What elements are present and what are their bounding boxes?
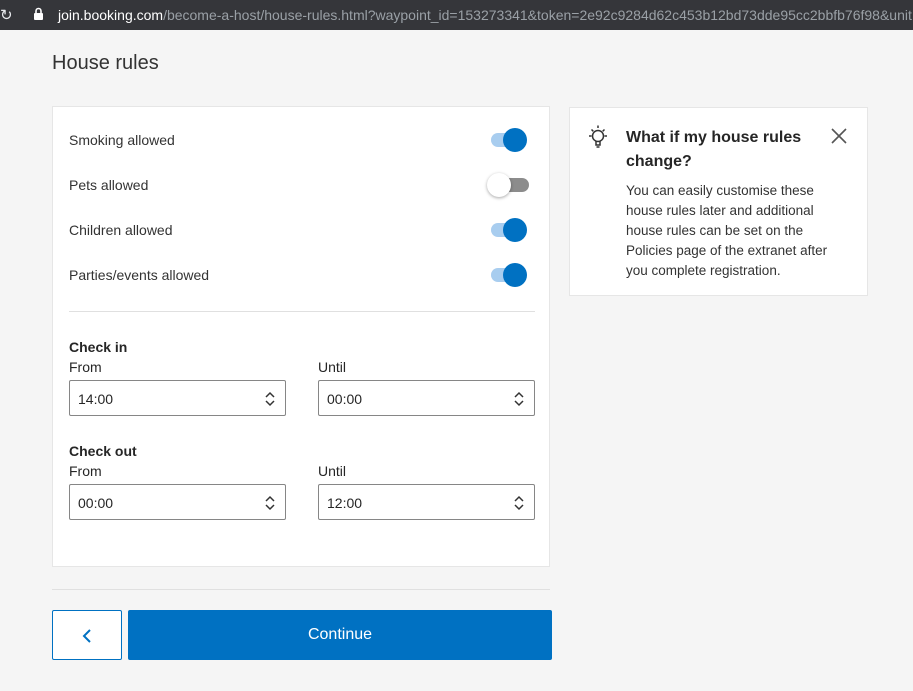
check-in-until-label: Until	[318, 359, 347, 375]
info-panel: What if my house rules change? You can e…	[569, 107, 868, 296]
url-path: /become-a-host/house-rules.html?waypoint…	[163, 7, 912, 23]
chevron-left-icon	[82, 629, 91, 643]
info-panel-title: What if my house rules change?	[626, 129, 802, 170]
check-out-heading: Check out	[69, 443, 137, 459]
select-arrows-icon	[265, 495, 275, 511]
rule-row-children: Children allowed	[69, 215, 537, 245]
back-button[interactable]	[52, 610, 122, 660]
url-text[interactable]: join.booking.com/become-a-host/house-rul…	[58, 7, 912, 23]
reload-icon[interactable]: ↻	[0, 6, 13, 24]
check-out-until-value: 12:00	[327, 495, 363, 511]
check-in-heading: Check in	[69, 339, 128, 355]
pets-toggle[interactable]	[487, 173, 529, 197]
rule-label-parties: Parties/events allowed	[69, 267, 210, 283]
rule-label-pets: Pets allowed	[69, 177, 149, 193]
check-out-from-label: From	[69, 463, 102, 479]
footer-divider	[52, 589, 550, 590]
close-icon[interactable]	[830, 127, 848, 145]
lightbulb-icon	[589, 125, 607, 148]
parties-toggle[interactable]	[491, 263, 527, 287]
rule-row-smoking: Smoking allowed	[69, 125, 537, 155]
select-arrows-icon	[265, 391, 275, 407]
house-rules-card: Smoking allowed Pets allowed Children al…	[52, 106, 550, 567]
rule-row-pets: Pets allowed	[69, 170, 537, 200]
children-toggle[interactable]	[491, 218, 527, 242]
select-arrows-icon	[514, 391, 524, 407]
rule-label-children: Children allowed	[69, 222, 173, 238]
info-panel-body: You can easily customise these house rul…	[626, 183, 828, 278]
check-in-from-value: 14:00	[78, 391, 114, 407]
section-divider	[69, 311, 535, 312]
select-arrows-icon	[514, 495, 524, 511]
page-title: House rules	[52, 52, 159, 74]
check-out-from-value: 00:00	[78, 495, 114, 511]
check-out-from-select[interactable]: 00:00	[69, 484, 286, 520]
check-out-until-label: Until	[318, 463, 347, 479]
check-out-until-select[interactable]: 12:00	[318, 484, 535, 520]
check-in-from-select[interactable]: 14:00	[69, 380, 286, 416]
check-in-from-label: From	[69, 359, 102, 375]
continue-button[interactable]: Continue	[128, 610, 552, 660]
url-host: join.booking.com	[58, 7, 164, 23]
rule-label-smoking: Smoking allowed	[69, 132, 175, 148]
check-in-until-select[interactable]: 00:00	[318, 380, 535, 416]
check-in-until-value: 00:00	[327, 391, 363, 407]
lock-icon	[34, 7, 43, 20]
smoking-toggle[interactable]	[491, 128, 527, 152]
rule-row-parties: Parties/events allowed	[69, 260, 537, 290]
browser-address-bar[interactable]: ↻ join.booking.com/become-a-host/house-r…	[0, 0, 913, 30]
